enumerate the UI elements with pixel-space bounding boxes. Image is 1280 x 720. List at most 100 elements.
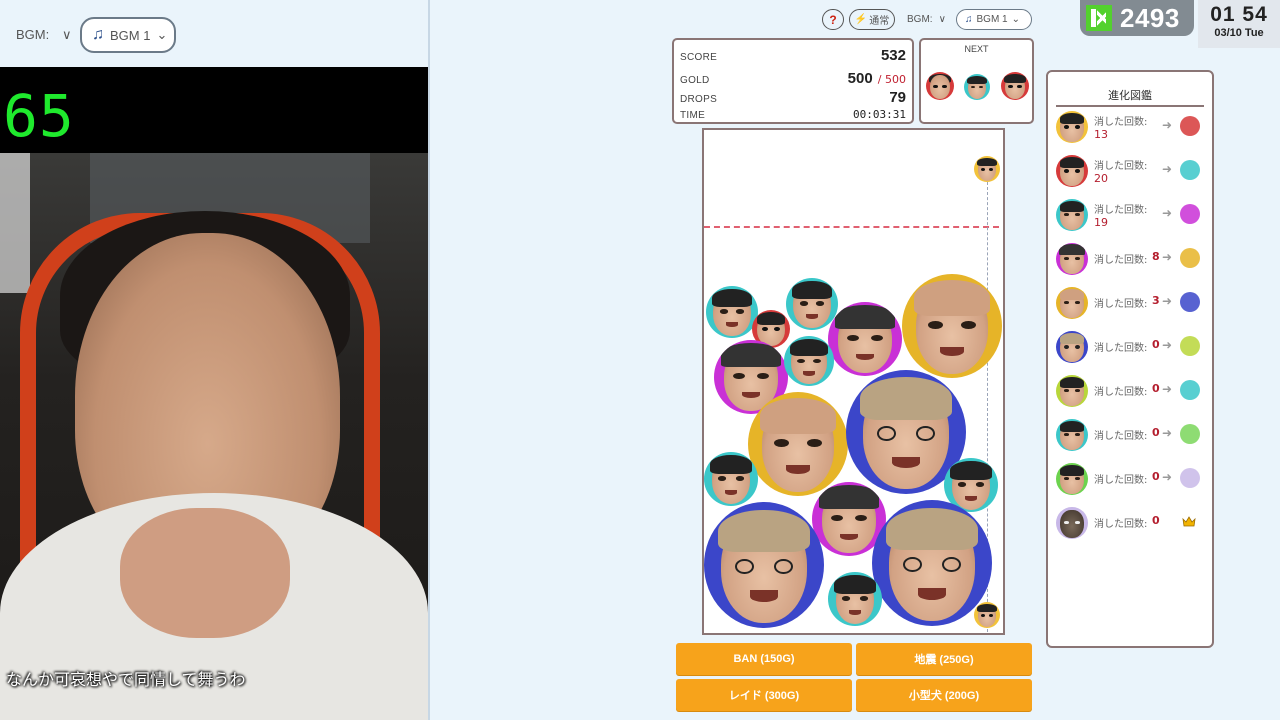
drops-value: 79	[889, 89, 906, 106]
removed-count: 20	[1094, 172, 1108, 185]
evolution-face-icon	[1056, 419, 1088, 451]
next-stage-icon	[1180, 380, 1200, 400]
removed-count-label: 消した回数:	[1094, 519, 1148, 530]
lightning-icon: ⚡	[854, 14, 868, 25]
removed-count: 0	[1152, 338, 1160, 351]
chevron-down-icon[interactable]: ∨	[939, 14, 946, 25]
bgm-label-text: BGM:	[907, 14, 933, 25]
removed-count-label: 消した回数:	[1094, 431, 1148, 442]
left-topbar: BGM: ∨ ♫ BGM 1 ⌄	[0, 0, 428, 67]
raid-button[interactable]: レイド (300G)	[676, 679, 852, 711]
evolution-face-icon	[1056, 155, 1088, 187]
points-overlay: 2493	[1080, 0, 1194, 36]
bgm-select[interactable]: ♫ BGM 1 ⌄	[956, 9, 1032, 30]
face-ball-teal	[706, 286, 758, 338]
time-value: 00:03:31	[853, 108, 906, 121]
bgm-label: BGM:	[16, 27, 50, 42]
removed-count: 13	[1094, 128, 1108, 141]
next-stage-icon	[1180, 292, 1200, 312]
face-ball-yellow	[902, 274, 1002, 378]
chevron-down-icon[interactable]: ∨	[62, 27, 72, 43]
speed-label: 通常	[869, 16, 890, 27]
evolution-face-icon	[1056, 375, 1088, 407]
bgm-select[interactable]: ♫ BGM 1 ⌄	[80, 17, 176, 53]
evolution-face-icon	[1056, 463, 1088, 495]
evolution-row: 消した回数: 3 ➜	[1056, 287, 1206, 321]
evolution-row: 消した回数: 0	[1056, 507, 1206, 541]
clock-date: 03/10 Tue	[1214, 27, 1264, 39]
quake-button[interactable]: 地震 (250G)	[856, 643, 1032, 675]
bgm-value: BGM 1	[976, 14, 1008, 25]
streamer-pane: BGM: ∨ ♫ BGM 1 ⌄ 65 なんか可哀想やで同情して舞うわ	[0, 0, 428, 720]
drops-label: DROPS	[680, 94, 718, 105]
removed-count-label: 消した回数:	[1094, 343, 1148, 354]
arrow-right-icon: ➜	[1162, 294, 1173, 308]
score-panel: SCORE 532 GOLD 500 / 500 DROPS 79 TIME 0…	[672, 38, 914, 124]
bgm-value: BGM 1	[110, 27, 151, 43]
removed-count: 0	[1152, 426, 1160, 439]
evolution-row: 消した回数: 0 ➜	[1056, 419, 1206, 453]
evolution-divider	[1056, 105, 1204, 107]
streamer-hand	[120, 508, 290, 638]
danger-line	[704, 226, 999, 228]
removed-count: 0	[1152, 382, 1160, 395]
face-ball-yellow-small	[974, 602, 1000, 628]
evolution-face-icon	[1056, 111, 1088, 143]
arrow-right-icon: ➜	[1162, 206, 1173, 220]
removed-count: 0	[1152, 514, 1160, 527]
face-ball-blue	[872, 500, 992, 626]
evolution-face-icon	[1056, 507, 1088, 539]
arrow-right-icon: ➜	[1162, 338, 1173, 352]
small-dog-button[interactable]: 小型犬 (200G)	[856, 679, 1032, 711]
clock-overlay: 01 54 03/10 Tue	[1198, 0, 1280, 48]
ban-button[interactable]: BAN (150G)	[676, 643, 852, 675]
background-cloth	[0, 153, 30, 293]
time-label: TIME	[680, 110, 706, 121]
removed-count-label: 消した回数:	[1094, 205, 1148, 216]
evolution-row: 消した回数: 0 ➜	[1056, 331, 1206, 365]
evolution-row: 消した回数: 20 ➜	[1056, 155, 1206, 189]
viewer-counter: 65	[3, 82, 75, 150]
bgm-label: BGM: ∨	[907, 9, 946, 30]
gold-value: 500	[847, 70, 873, 87]
removed-count: 8	[1152, 250, 1160, 263]
crown-icon	[1182, 516, 1196, 527]
evolution-row: 消した回数: 0 ➜	[1056, 375, 1206, 409]
held-face-ball[interactable]	[974, 156, 1000, 182]
next-stage-icon	[1180, 468, 1200, 488]
next-panel: NEXT	[919, 38, 1034, 124]
chevron-down-icon: ⌄	[156, 27, 168, 42]
evolution-face-icon	[1056, 287, 1088, 319]
removed-count: 19	[1094, 216, 1108, 229]
arrow-right-icon: ➜	[1162, 426, 1173, 440]
speed-button[interactable]: ⚡ 通常	[849, 9, 895, 30]
game-field[interactable]	[702, 128, 1005, 635]
arrow-right-icon: ➜	[1162, 470, 1173, 484]
removed-count-label: 消した回数:	[1094, 299, 1148, 310]
next-stage-icon	[1180, 424, 1200, 444]
removed-count-label: 消した回数:	[1094, 255, 1148, 266]
evolution-row: 消した回数: 0 ➜	[1056, 463, 1206, 497]
evolution-row: 消した回数: 13 ➜	[1056, 111, 1206, 145]
evolution-chart: 進化図鑑 消した回数: 13 ➜ 消した回数: 20 ➜ 消した回数: 19 ➜…	[1046, 70, 1214, 648]
face-ball-teal	[828, 572, 882, 626]
score-value: 532	[880, 47, 906, 64]
next-face-red-2	[1001, 72, 1029, 100]
chevron-down-icon: ⌄	[1011, 14, 1021, 25]
help-button[interactable]: ?	[822, 9, 844, 30]
music-note-icon: ♫	[965, 14, 973, 25]
next-face-teal	[964, 74, 990, 100]
removed-count-label: 消した回数:	[1094, 117, 1148, 128]
arrow-right-icon: ➜	[1162, 162, 1173, 176]
clock-time: 01 54	[1210, 3, 1268, 26]
face-ball-teal	[786, 278, 838, 330]
evolution-face-icon	[1056, 331, 1088, 363]
face-ball-teal	[704, 452, 758, 506]
arrow-right-icon: ➜	[1162, 382, 1173, 396]
score-label: SCORE	[680, 52, 718, 63]
next-stage-icon	[1180, 248, 1200, 268]
removed-count-label: 消した回数:	[1094, 475, 1148, 486]
next-stage-icon	[1180, 116, 1200, 136]
music-note-icon: ♫	[92, 26, 104, 43]
evolution-row: 消した回数: 8 ➜	[1056, 243, 1206, 277]
